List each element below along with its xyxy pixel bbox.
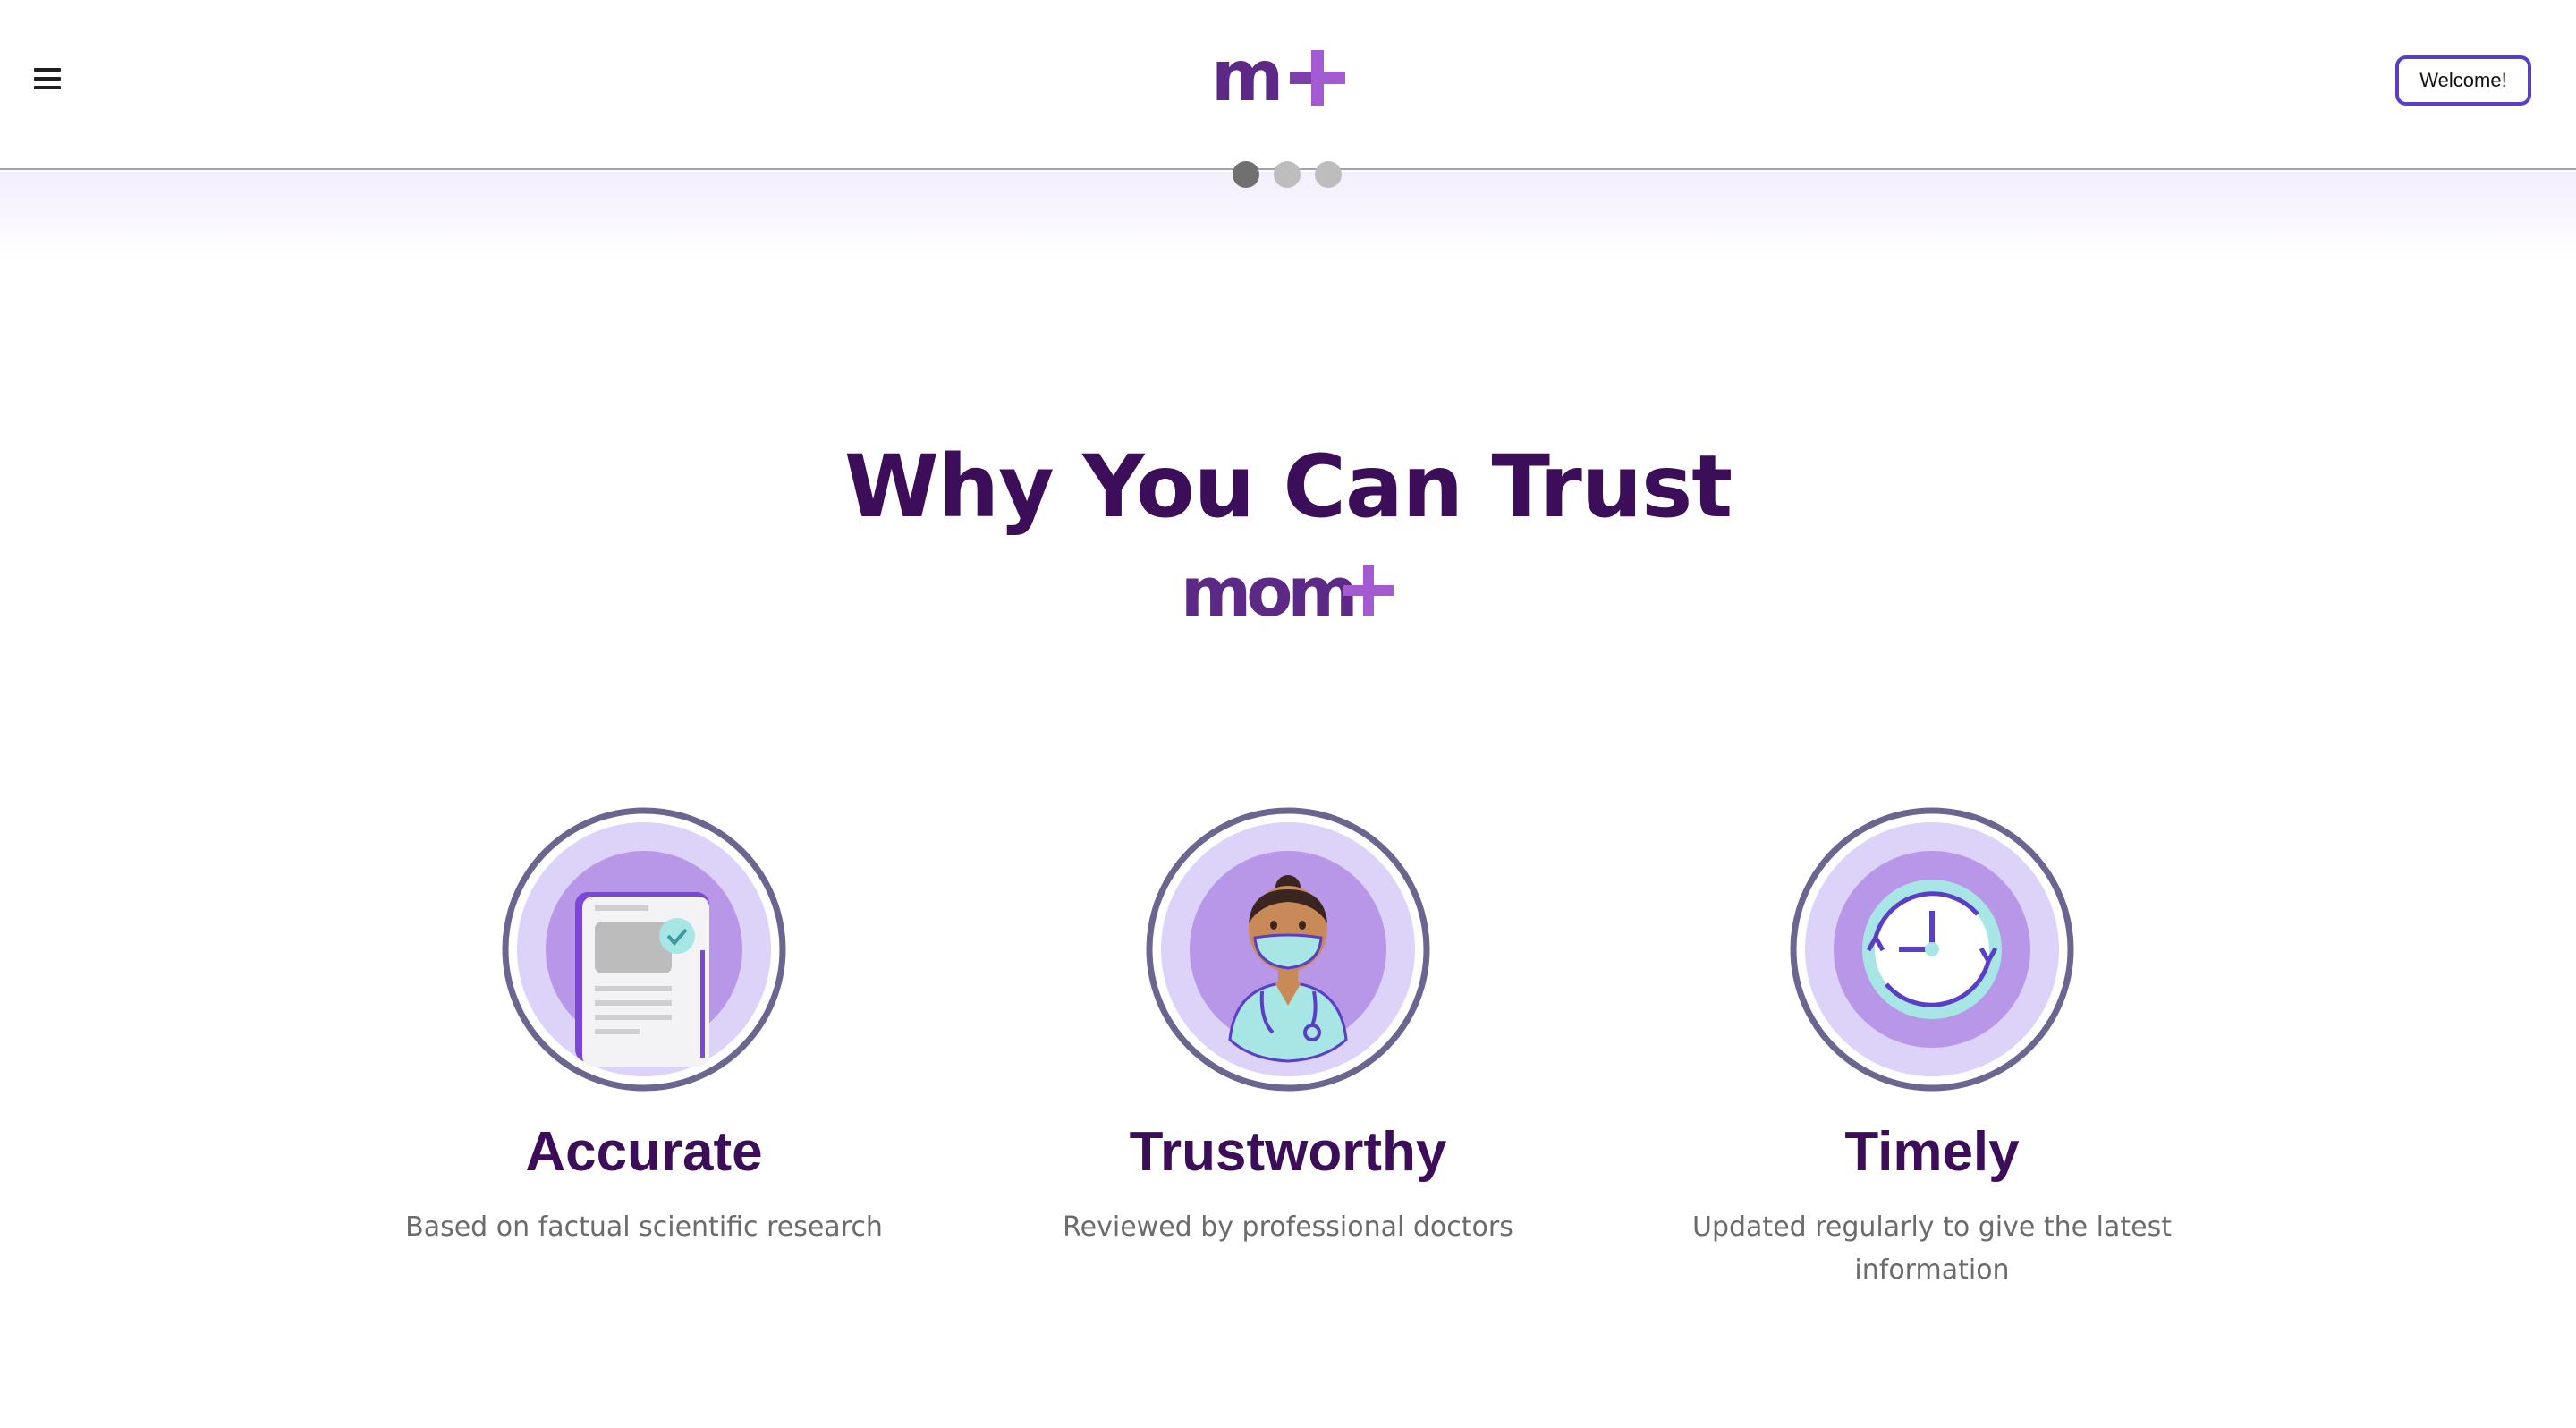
- site-header: m Welcome!: [0, 0, 2576, 170]
- svg-text:m: m: [1211, 47, 1280, 109]
- feature-description: Reviewed by professional doctors: [1063, 1211, 1513, 1243]
- feature-title: Trustworthy: [1129, 1121, 1447, 1183]
- feature-title: Accurate: [525, 1121, 763, 1183]
- feature-description: Updated regularly to give the latest inf…: [1692, 1211, 2172, 1286]
- section-title: Why You Can Trust: [843, 437, 1733, 537]
- doctor-icon: [1146, 807, 1430, 1092]
- carousel-dot-3[interactable]: [1315, 161, 1342, 188]
- svg-text:mom: mom: [1181, 555, 1353, 626]
- feature-title: Timely: [1844, 1121, 2020, 1183]
- mom-plus-logo: mom: [1181, 555, 1394, 626]
- hamburger-menu-icon[interactable]: [34, 66, 63, 91]
- feature-timely: Timely Updated regularly to give the lat…: [1664, 807, 2200, 1292]
- carousel-dot-1[interactable]: [1233, 161, 1259, 188]
- brand-logo[interactable]: m: [1211, 47, 1345, 109]
- carousel-dots: [1233, 161, 1342, 188]
- feature-description: Based on factual scientific research: [405, 1211, 883, 1243]
- carousel-dot-2[interactable]: [1274, 161, 1301, 188]
- document-check-icon: [502, 807, 786, 1092]
- feature-trustworthy: Trustworthy Reviewed by professional doc…: [1020, 807, 1556, 1249]
- clock-refresh-icon: [1790, 807, 2074, 1092]
- welcome-button[interactable]: Welcome!: [2395, 55, 2531, 106]
- feature-accurate: Accurate Based on factual scientific res…: [376, 807, 912, 1249]
